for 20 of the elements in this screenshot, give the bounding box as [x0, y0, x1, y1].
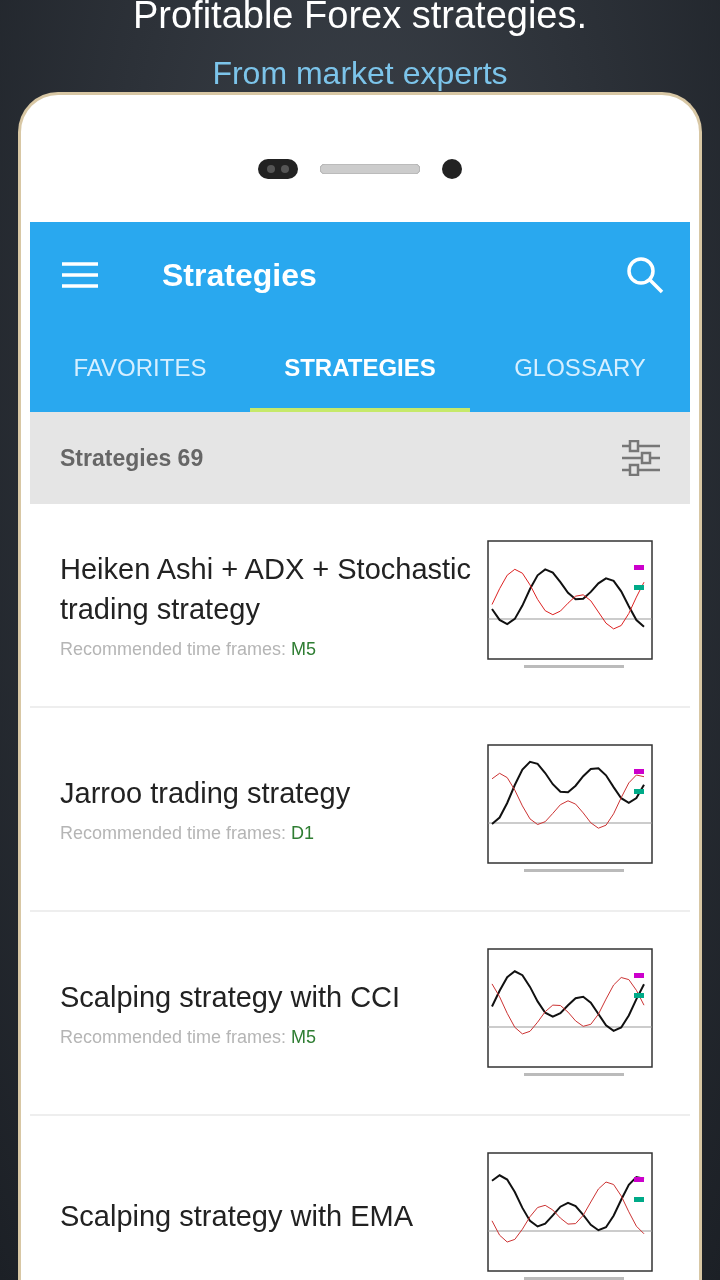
- speaker-grille-icon: [320, 163, 420, 174]
- time-frames-value: M5: [291, 1027, 317, 1048]
- filter-icon[interactable]: [622, 440, 660, 476]
- strategy-title: Jarroo trading strategy: [60, 775, 352, 811]
- subline: From market experts: [212, 55, 508, 92]
- strategy-title: Scalping strategy with EMA: [60, 1199, 414, 1235]
- menu-icon[interactable]: [62, 262, 98, 288]
- time-frames-label: Recommended time frames:: [60, 1027, 287, 1048]
- time-frames-value: D1: [291, 823, 315, 844]
- search-icon[interactable]: [626, 256, 664, 294]
- time-frames-label: Recommended time frames:: [60, 823, 287, 844]
- camera-icon: [442, 158, 462, 179]
- sensor-icon: [258, 158, 298, 179]
- strategy-title: Scalping strategy with CCI: [60, 979, 402, 1015]
- app-title: Strategies: [162, 256, 318, 294]
- time-frames-value: M5: [291, 638, 317, 659]
- time-frames-label: Recommended time frames:: [60, 638, 287, 659]
- strategies-count: Strategies 69: [60, 444, 204, 472]
- strategy-title: Heiken Ashi + ADX + Stochastic trading strategy: [60, 552, 473, 627]
- headline: Profitable Forex strategies.: [132, 0, 588, 37]
